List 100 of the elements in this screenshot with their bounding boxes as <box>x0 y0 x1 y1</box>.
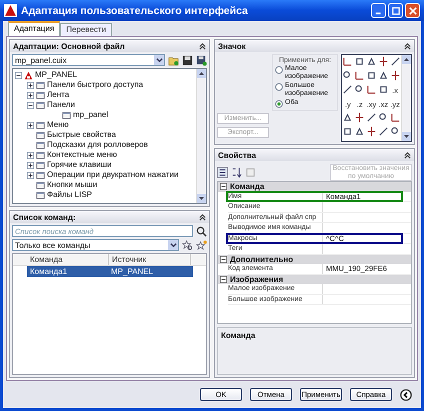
close-button[interactable] <box>405 3 420 18</box>
tool-icon[interactable] <box>342 56 354 66</box>
tree-item[interactable]: Панели <box>47 100 75 110</box>
categorized-icon[interactable] <box>217 166 228 178</box>
tool-icon[interactable] <box>354 70 366 80</box>
collapse-icon[interactable] <box>199 214 206 220</box>
collapse-icon[interactable] <box>404 152 411 158</box>
window-icon <box>36 120 45 130</box>
category-label: Команда <box>230 182 264 192</box>
new-star-icon[interactable] <box>196 240 207 250</box>
minimize-button[interactable] <box>371 3 386 18</box>
tool-icon[interactable] <box>366 56 377 66</box>
tool-icon[interactable] <box>354 56 366 66</box>
expander-icon[interactable] <box>220 183 227 190</box>
radio-button[interactable] <box>275 66 283 74</box>
column-header[interactable]: Источник <box>109 254 191 265</box>
tab[interactable]: Перевести <box>60 23 112 36</box>
file-dropdown[interactable]: mp_panel.cuix <box>12 54 165 66</box>
scrollbar[interactable] <box>196 69 206 203</box>
tool-icon[interactable] <box>342 112 354 122</box>
tool-icon[interactable] <box>390 126 401 136</box>
window-icon <box>36 160 45 170</box>
tree-item[interactable]: Горячие клавиши <box>47 160 112 170</box>
window-icon <box>36 90 45 100</box>
collapse-icon[interactable] <box>199 42 206 50</box>
tool-icon[interactable] <box>366 126 377 136</box>
window-icon <box>36 180 45 190</box>
column-header[interactable]: Команда <box>27 254 109 265</box>
tool-icon[interactable] <box>378 70 389 80</box>
sort-icon[interactable] <box>231 166 242 178</box>
maximize-button[interactable] <box>388 3 403 18</box>
tree-item[interactable]: Подсказки для ролловеров <box>47 140 148 150</box>
collapse-icon[interactable] <box>404 42 411 50</box>
table-cell-text: MP_PANEL <box>110 266 154 277</box>
tree-item[interactable]: Быстрые свойства <box>47 130 116 140</box>
tool-icon[interactable] <box>378 56 389 66</box>
tool-icon[interactable] <box>390 112 401 122</box>
scrollbar[interactable] <box>401 55 411 141</box>
tool-icon[interactable] <box>390 56 401 66</box>
tree-item[interactable]: mp_panel <box>73 110 108 120</box>
scroll-down-icon[interactable] <box>197 194 206 203</box>
tool-icon[interactable] <box>342 84 354 94</box>
close-icon <box>408 6 416 14</box>
tool-icon[interactable] <box>366 112 377 122</box>
tool-icon[interactable] <box>354 112 366 122</box>
window-icon <box>36 140 45 150</box>
tree-item[interactable]: MP_PANEL <box>35 70 78 80</box>
expander-icon[interactable] <box>27 92 34 98</box>
tree-item[interactable]: Кнопки мыши <box>47 180 98 190</box>
tree-item[interactable]: Лента <box>47 90 70 100</box>
tree-item[interactable]: Файлы LISP <box>47 190 92 200</box>
caret-icon <box>156 56 162 64</box>
collapse-left-icon[interactable] <box>400 388 412 400</box>
expander-icon[interactable] <box>27 162 34 168</box>
save-icon[interactable] <box>182 54 193 66</box>
table-row[interactable]: Команда1 MP_PANEL <box>27 266 193 277</box>
open-folder-icon[interactable] <box>168 54 179 66</box>
tool-icon[interactable] <box>390 70 401 80</box>
star-search-icon[interactable] <box>182 240 193 250</box>
expander-icon[interactable] <box>27 82 34 88</box>
tool-icon[interactable] <box>378 84 389 94</box>
tab[interactable]: Адаптация <box>8 21 60 36</box>
expander-icon[interactable] <box>27 172 34 178</box>
tree-item[interactable]: Операции при двукратном нажатии <box>47 170 178 180</box>
tool-icon[interactable] <box>354 126 366 136</box>
expander-icon[interactable] <box>220 256 227 263</box>
app-logo-icon <box>24 70 33 80</box>
tree-item[interactable]: Панели быстрого доступа <box>47 80 144 90</box>
category-label: Изображения <box>230 274 284 284</box>
radio-button[interactable] <box>275 100 283 108</box>
tree-item[interactable]: Контекстные меню <box>47 150 118 160</box>
maximize-icon <box>392 6 400 14</box>
tool-icon[interactable] <box>378 126 389 136</box>
expander-icon[interactable] <box>27 152 34 158</box>
expander-icon[interactable] <box>15 72 22 78</box>
scroll-up-icon[interactable] <box>402 55 411 64</box>
tool-icon[interactable] <box>366 70 377 80</box>
search-icon[interactable] <box>196 226 207 236</box>
category-label: Дополнительно <box>230 254 294 264</box>
window-icon <box>36 130 45 140</box>
scroll-up-icon[interactable] <box>197 69 206 78</box>
table-cell-text: Команда1 <box>29 266 68 277</box>
panel-title: Список команд: <box>13 212 76 222</box>
window-icon <box>62 110 71 120</box>
save-as-icon[interactable] <box>196 54 207 66</box>
tool-icon[interactable] <box>378 112 389 122</box>
tree-item[interactable]: Меню <box>47 120 69 130</box>
window-icon <box>36 100 45 110</box>
expander-icon[interactable] <box>220 276 227 283</box>
window-icon <box>36 80 45 90</box>
caret-icon <box>170 242 176 248</box>
tool-icon[interactable] <box>342 126 354 136</box>
scroll-down-icon[interactable] <box>402 132 411 141</box>
expander-icon[interactable] <box>27 102 34 108</box>
radio-button[interactable] <box>275 83 283 91</box>
tool-icon[interactable] <box>366 84 377 94</box>
expander-icon[interactable] <box>27 122 34 128</box>
panel-title: Значок <box>218 42 246 50</box>
description-title: Команда <box>221 331 256 340</box>
filter-dropdown[interactable]: Только все команды <box>12 239 179 251</box>
